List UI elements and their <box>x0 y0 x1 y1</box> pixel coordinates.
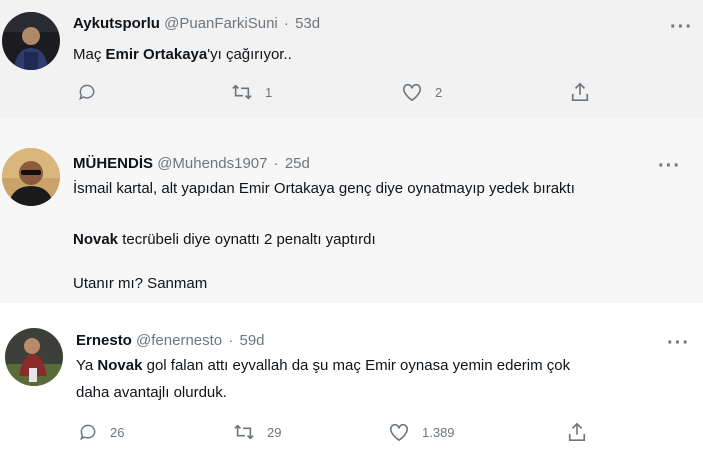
separator-dot: · <box>228 332 234 349</box>
retweet-icon <box>231 82 253 102</box>
tweet-text-line-1: İsmail kartal, alt yapıdan Emir Ortakaya… <box>73 180 575 197</box>
share-button[interactable] <box>570 81 590 103</box>
reply-button[interactable]: 26 <box>78 422 124 442</box>
tweet-text-line-3: Utanır mı? Sanmam <box>73 275 208 292</box>
retweet-count: 29 <box>267 424 282 440</box>
avatar[interactable] <box>2 148 60 206</box>
display-name[interactable]: MÜHENDİS <box>73 155 153 172</box>
like-button[interactable]: 1.389 <box>388 422 455 442</box>
tweet-ernesto[interactable]: Ernesto @fenernesto · 59d ··· Ya Novak g… <box>0 303 703 474</box>
tweet-muhendis[interactable]: MÜHENDİS @Muhends1907 · 25d ··· İsmail k… <box>0 118 703 303</box>
reply-icon <box>77 82 97 102</box>
share-icon <box>567 421 587 443</box>
tweet-text-line-2: daha avantajlı olurduk. <box>76 384 227 401</box>
like-button[interactable]: 2 <box>401 82 442 102</box>
reply-icon <box>78 422 98 442</box>
like-icon <box>401 82 423 102</box>
tweet-time[interactable]: 25d <box>285 155 310 172</box>
retweet-count: 1 <box>265 84 273 100</box>
tweet-text: Maç Emir Ortakaya'yı çağırıyor.. <box>73 46 292 63</box>
more-icon[interactable]: ··· <box>670 17 693 37</box>
reply-button[interactable] <box>77 82 97 102</box>
separator-dot: · <box>273 155 279 172</box>
avatar[interactable] <box>2 12 60 70</box>
tweet-text-line-1: Ya Novak gol falan attı eyvallah da şu m… <box>76 357 571 374</box>
user-handle[interactable]: @PuanFarkiSuni <box>164 15 278 32</box>
separator-dot: · <box>283 15 289 32</box>
like-icon <box>388 422 410 442</box>
retweet-button[interactable]: 1 <box>231 82 272 102</box>
tweet-time[interactable]: 53d <box>295 15 320 32</box>
more-icon[interactable]: ··· <box>667 333 690 353</box>
tweet-time[interactable]: 59d <box>240 332 265 349</box>
share-button[interactable] <box>567 421 587 443</box>
user-handle[interactable]: @fenernesto <box>136 332 222 349</box>
retweet-button[interactable]: 29 <box>233 422 281 442</box>
tweet-aykutsporlu[interactable]: Aykutsporlu @PuanFarkiSuni · 53d ··· Maç… <box>0 0 703 118</box>
more-icon[interactable]: ··· <box>658 156 681 176</box>
user-handle[interactable]: @Muhends1907 <box>157 155 267 172</box>
like-count: 1.389 <box>422 424 455 440</box>
like-count: 2 <box>435 84 443 100</box>
avatar[interactable] <box>5 328 63 386</box>
reply-count: 26 <box>110 424 125 440</box>
tweet-text-line-2: Novak tecrübeli diye oynattı 2 penaltı y… <box>73 231 376 248</box>
share-icon <box>570 81 590 103</box>
display-name[interactable]: Ernesto <box>76 332 132 349</box>
retweet-icon <box>233 422 255 442</box>
display-name[interactable]: Aykutsporlu <box>73 15 160 32</box>
